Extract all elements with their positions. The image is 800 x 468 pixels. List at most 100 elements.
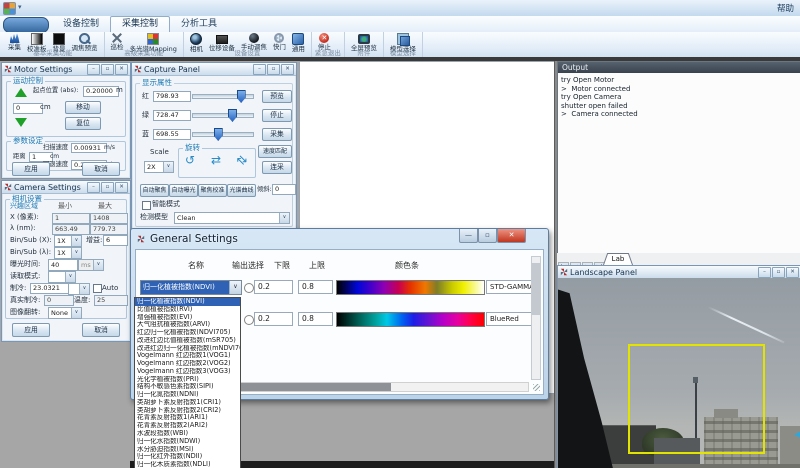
dd-item-13[interactable]: 类胡萝卜素反射指数1(CRI1) bbox=[135, 399, 240, 407]
step-input[interactable]: 0 bbox=[13, 103, 43, 114]
detect-model-select[interactable]: Clean∨ bbox=[174, 212, 290, 224]
vertical-scrollbar[interactable] bbox=[531, 256, 541, 380]
dd-item-18[interactable]: 归一化水指数(NDWI) bbox=[135, 438, 240, 446]
cooling-select[interactable]: ∨ bbox=[68, 283, 90, 295]
dd-item-16[interactable]: 花青素反射指数2(ARI2) bbox=[135, 422, 240, 430]
close-button[interactable]: ✕ bbox=[497, 229, 526, 243]
dd-item-10[interactable]: 光化学植被指数(PRI) bbox=[135, 376, 240, 384]
spectral-curve-button[interactable]: 光谱曲线 bbox=[227, 184, 256, 197]
maximize-button[interactable]: ▫ bbox=[267, 64, 280, 75]
tilt-input[interactable]: 0 bbox=[272, 184, 296, 195]
logline-2[interactable]: try Open Camera bbox=[561, 93, 800, 102]
binl-select[interactable]: 1X∨ bbox=[54, 247, 82, 259]
file-menu-button[interactable] bbox=[3, 17, 49, 33]
scrollbar-thumb[interactable] bbox=[532, 263, 540, 315]
cancel-button[interactable]: 取消 bbox=[82, 162, 120, 176]
help-button[interactable]: 帮助 bbox=[777, 2, 794, 14]
smart-mode-checkbox[interactable] bbox=[142, 201, 151, 210]
tab-acquisition-control[interactable]: 采集控制 bbox=[110, 16, 170, 32]
dd-item-8[interactable]: Vogelmann 红边指数2(VOG2) bbox=[135, 360, 240, 368]
focus-calibration-button[interactable]: 聚焦校准 bbox=[198, 184, 227, 197]
camera-preview-image[interactable]: ◀ bbox=[558, 278, 800, 468]
close-button[interactable]: ✕ bbox=[115, 64, 128, 75]
close-button[interactable]: ✕ bbox=[786, 267, 799, 278]
close-button[interactable]: ✕ bbox=[115, 182, 128, 193]
lab-tab[interactable]: Lab bbox=[603, 253, 633, 265]
output-radio-1[interactable] bbox=[244, 283, 254, 293]
slider-thumb[interactable] bbox=[237, 90, 246, 103]
dd-item-21[interactable]: 归一化木质素指数(NDLI) bbox=[135, 461, 240, 468]
stop-button[interactable]: ✕停止 bbox=[315, 32, 334, 51]
speed-match-button[interactable]: 速度匹配 bbox=[258, 145, 292, 158]
acquire-button[interactable]: 采集 bbox=[5, 32, 24, 51]
flip-select[interactable]: None∨ bbox=[48, 307, 82, 319]
apply-button[interactable]: 应用 bbox=[12, 323, 50, 337]
dd-item-19[interactable]: 水分胁迫指数(MSI) bbox=[135, 446, 240, 454]
lower-limit-input-1[interactable]: 0.2 bbox=[254, 280, 293, 294]
dd-item-9[interactable]: Vogelmann 红边指数3(VOG3) bbox=[135, 368, 240, 376]
acquire-button[interactable]: 采集 bbox=[262, 128, 292, 141]
green-wavelength-input[interactable]: 728.47 bbox=[153, 110, 191, 121]
maximize-button[interactable]: ▫ bbox=[478, 229, 497, 243]
blue-wavelength-input[interactable]: 698.55 bbox=[153, 129, 191, 140]
dd-item-3[interactable]: 大气阻抗植被指数(ARVI) bbox=[135, 321, 240, 329]
binx-select[interactable]: 1X∨ bbox=[54, 235, 82, 247]
rotate-diagonal-icon[interactable]: ⇄ bbox=[234, 151, 251, 168]
maximize-button[interactable]: ▫ bbox=[772, 267, 785, 278]
minimize-button[interactable]: – bbox=[87, 182, 100, 193]
auto-exposure-button[interactable]: 自动曝光 bbox=[169, 184, 198, 197]
dd-item-6[interactable]: 改进红边归一化植被指数(mNDVI705) bbox=[135, 345, 240, 353]
index-combo[interactable]: 归一化植被指数(NDVI)∨ bbox=[140, 280, 242, 295]
apply-button[interactable]: 应用 bbox=[12, 162, 50, 176]
read-mode-select[interactable]: ∨ bbox=[48, 271, 76, 283]
maximize-button[interactable]: ▫ bbox=[101, 182, 114, 193]
exposure-spinner[interactable]: 40 bbox=[48, 259, 78, 271]
logline-4[interactable]: > Camera connected bbox=[561, 110, 800, 119]
green-slider[interactable] bbox=[192, 109, 254, 120]
motor-settings-titlebar[interactable]: Motor Settings –▫✕ bbox=[2, 63, 130, 76]
lower-limit-input-2[interactable]: 0.2 bbox=[254, 312, 293, 326]
splitter-collapse-arrow-icon[interactable]: ◀ bbox=[794, 431, 800, 440]
reset-button[interactable]: 复位 bbox=[65, 117, 101, 130]
slider-thumb[interactable] bbox=[228, 109, 237, 122]
minimize-button[interactable]: – bbox=[87, 64, 100, 75]
stop-button[interactable]: 停止 bbox=[262, 109, 292, 122]
gain-input[interactable]: 6 bbox=[103, 235, 128, 246]
output-radio-2[interactable] bbox=[244, 315, 254, 325]
rotate-ccw-icon[interactable]: ↺ bbox=[185, 153, 195, 167]
resize-grip[interactable] bbox=[533, 384, 540, 391]
dd-item-4[interactable]: 红边归一化植被指数(NDVI705) bbox=[135, 329, 240, 337]
jog-up-button[interactable] bbox=[15, 88, 27, 97]
minimize-button[interactable]: – bbox=[758, 267, 771, 278]
minimize-button[interactable]: — bbox=[459, 229, 478, 243]
close-button[interactable]: ✕ bbox=[281, 64, 294, 75]
scan-speed-input[interactable]: 0.00931 bbox=[71, 143, 107, 153]
flip-horizontal-icon[interactable]: ⇄ bbox=[211, 153, 221, 167]
output-log[interactable]: try Open Motor> Motor connectedtry Open … bbox=[558, 73, 800, 254]
dd-item-12[interactable]: 归一化氮指数(NDNI) bbox=[135, 391, 240, 399]
auto-focus-button[interactable]: 自动聚焦 bbox=[140, 184, 169, 197]
dd-item-2[interactable]: 增强植被指数(EVI) bbox=[135, 314, 240, 322]
dd-item-11[interactable]: 结构不敏感色素指数(SIPI) bbox=[135, 383, 240, 391]
cancel-button[interactable]: 取消 bbox=[82, 323, 120, 337]
dd-item-17[interactable]: 水波段指数(WBI) bbox=[135, 430, 240, 438]
logline-3[interactable]: shutter open failed bbox=[561, 102, 800, 111]
dd-item-20[interactable]: 归一化红外指数(NDII) bbox=[135, 453, 240, 461]
logline-0[interactable]: try Open Motor bbox=[561, 76, 800, 85]
slider-thumb[interactable] bbox=[214, 128, 223, 141]
upper-limit-input-2[interactable]: 0.8 bbox=[298, 312, 333, 326]
move-button[interactable]: 移动 bbox=[65, 101, 101, 114]
index-dropdown-list[interactable]: 归一化植被指数(NDVI)比值植被指数(RVI)增强植被指数(EVI)大气阻抗植… bbox=[134, 297, 241, 468]
dd-item-15[interactable]: 花青素反射指数1(ARI1) bbox=[135, 414, 240, 422]
cooling-input[interactable]: 23.0321 bbox=[30, 283, 70, 294]
continuous-acquire-button[interactable]: 连采 bbox=[262, 161, 292, 174]
scale-select[interactable]: 2X∨ bbox=[144, 161, 174, 173]
dd-item-5[interactable]: 改进红边比值植被指数(mSR705) bbox=[135, 337, 240, 345]
upper-limit-input-1[interactable]: 0.8 bbox=[298, 280, 333, 294]
dd-item-1[interactable]: 比值植被指数(RVI) bbox=[135, 306, 240, 314]
blue-slider[interactable] bbox=[192, 128, 254, 139]
maximize-button[interactable]: ▫ bbox=[101, 64, 114, 75]
auto-checkbox[interactable] bbox=[93, 284, 102, 293]
jog-down-button[interactable] bbox=[15, 118, 27, 127]
camera-settings-titlebar[interactable]: Camera Settings –▫✕ bbox=[2, 181, 130, 194]
